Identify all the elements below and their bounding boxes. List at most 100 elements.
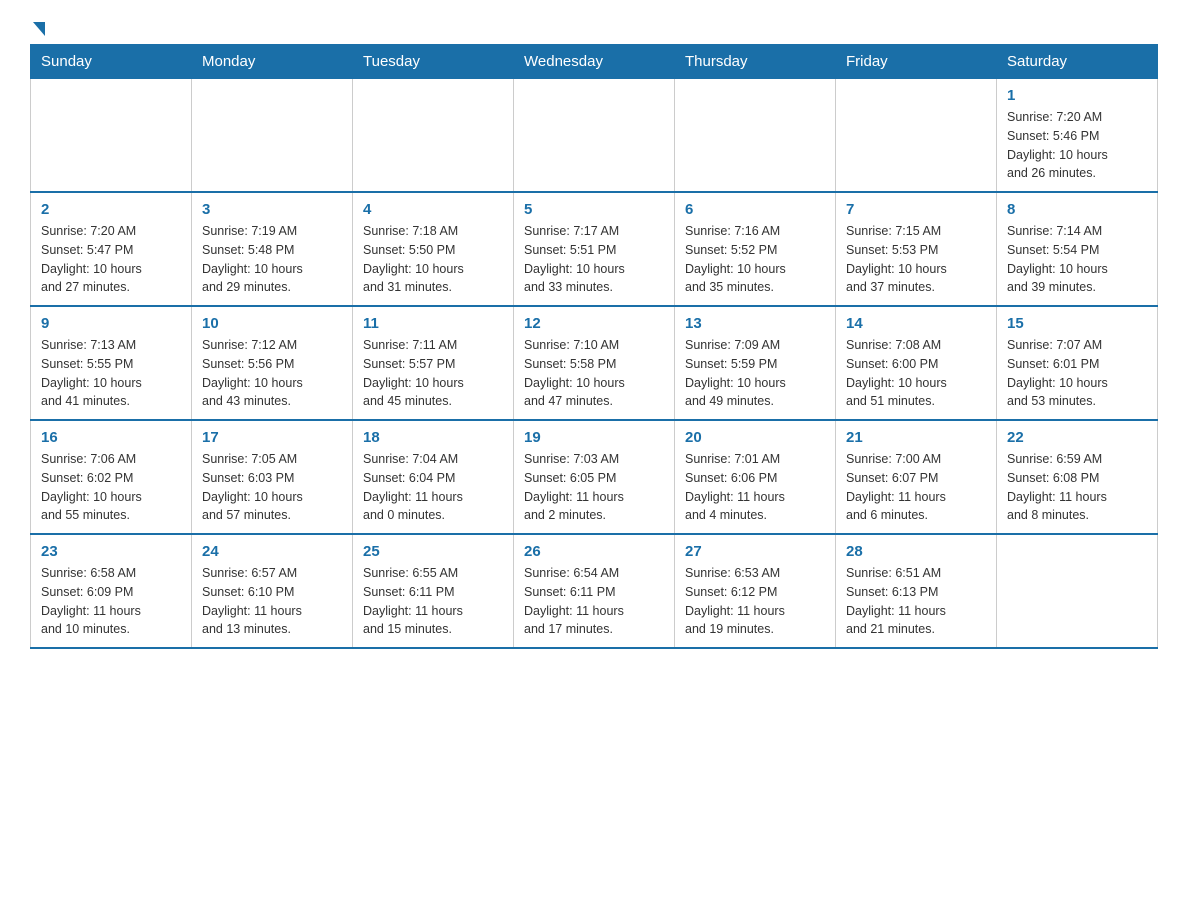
day-info: Sunrise: 6:53 AM Sunset: 6:12 PM Dayligh…: [685, 564, 825, 639]
day-number: 1: [1007, 87, 1147, 104]
calendar-cell: 15 Sunrise: 7:07 AM Sunset: 6:01 PM Dayli…: [997, 306, 1158, 420]
day-info: Sunrise: 7:17 AM Sunset: 5:51 PM Dayligh…: [524, 222, 664, 297]
day-number: 28: [846, 543, 986, 560]
day-number: 9: [41, 315, 181, 332]
calendar-table: SundayMondayTuesdayWednesdayThursdayFrid…: [30, 44, 1158, 649]
calendar-cell: 16 Sunrise: 7:06 AM Sunset: 6:02 PM Dayli…: [31, 420, 192, 534]
calendar-cell: 17Sunrise: 7:05 AM Sunset: 6:03 PM Dayli…: [192, 420, 353, 534]
calendar-cell: 4 Sunrise: 7:18 AM Sunset: 5:50 PM Daylig…: [353, 192, 514, 306]
day-info: Sunrise: 7:19 AM Sunset: 5:48 PM Dayligh…: [202, 222, 342, 297]
calendar-week-row: 9 Sunrise: 7:13 AM Sunset: 5:55 PM Daylig…: [31, 306, 1158, 420]
calendar-cell: [31, 79, 192, 193]
weekday-header-tuesday: Tuesday: [353, 45, 514, 79]
day-info: Sunrise: 7:09 AM Sunset: 5:59 PM Dayligh…: [685, 336, 825, 411]
calendar-week-row: 23Sunrise: 6:58 AM Sunset: 6:09 PM Dayli…: [31, 534, 1158, 648]
calendar-cell: 3 Sunrise: 7:19 AM Sunset: 5:48 PM Daylig…: [192, 192, 353, 306]
day-number: 10: [202, 315, 342, 332]
day-number: 6: [685, 201, 825, 218]
calendar-cell: 5 Sunrise: 7:17 AM Sunset: 5:51 PM Daylig…: [514, 192, 675, 306]
calendar-cell: 25 Sunrise: 6:55 AM Sunset: 6:11 PM Dayli…: [353, 534, 514, 648]
day-number: 7: [846, 201, 986, 218]
day-number: 17: [202, 429, 342, 446]
day-number: 24: [202, 543, 342, 560]
day-number: 27: [685, 543, 825, 560]
day-info: Sunrise: 7:12 AM Sunset: 5:56 PM Dayligh…: [202, 336, 342, 411]
calendar-cell: [836, 79, 997, 193]
day-info: Sunrise: 7:04 AM Sunset: 6:04 PM Dayligh…: [363, 450, 503, 525]
calendar-cell: 21 Sunrise: 7:00 AM Sunset: 6:07 PM Dayli…: [836, 420, 997, 534]
calendar-cell: 26Sunrise: 6:54 AM Sunset: 6:11 PM Dayli…: [514, 534, 675, 648]
day-number: 15: [1007, 315, 1147, 332]
day-number: 16: [41, 429, 181, 446]
calendar-week-row: 1 Sunrise: 7:20 AM Sunset: 5:46 PM Daylig…: [31, 79, 1158, 193]
day-info: Sunrise: 7:16 AM Sunset: 5:52 PM Dayligh…: [685, 222, 825, 297]
calendar-cell: 8 Sunrise: 7:14 AM Sunset: 5:54 PM Daylig…: [997, 192, 1158, 306]
calendar-cell: 20 Sunrise: 7:01 AM Sunset: 6:06 PM Dayli…: [675, 420, 836, 534]
day-number: 8: [1007, 201, 1147, 218]
calendar-cell: 18 Sunrise: 7:04 AM Sunset: 6:04 PM Dayli…: [353, 420, 514, 534]
calendar-cell: 23Sunrise: 6:58 AM Sunset: 6:09 PM Dayli…: [31, 534, 192, 648]
calendar-cell: 19 Sunrise: 7:03 AM Sunset: 6:05 PM Dayli…: [514, 420, 675, 534]
logo: [30, 20, 45, 34]
calendar-week-row: 16 Sunrise: 7:06 AM Sunset: 6:02 PM Dayli…: [31, 420, 1158, 534]
day-info: Sunrise: 7:18 AM Sunset: 5:50 PM Dayligh…: [363, 222, 503, 297]
day-number: 20: [685, 429, 825, 446]
calendar-cell: 9 Sunrise: 7:13 AM Sunset: 5:55 PM Daylig…: [31, 306, 192, 420]
day-info: Sunrise: 6:54 AM Sunset: 6:11 PM Dayligh…: [524, 564, 664, 639]
day-info: Sunrise: 6:55 AM Sunset: 6:11 PM Dayligh…: [363, 564, 503, 639]
calendar-cell: 24 Sunrise: 6:57 AM Sunset: 6:10 PM Dayli…: [192, 534, 353, 648]
calendar-cell: [353, 79, 514, 193]
day-info: Sunrise: 7:01 AM Sunset: 6:06 PM Dayligh…: [685, 450, 825, 525]
calendar-cell: [192, 79, 353, 193]
day-number: 19: [524, 429, 664, 446]
day-number: 11: [363, 315, 503, 332]
calendar-cell: 7Sunrise: 7:15 AM Sunset: 5:53 PM Daylig…: [836, 192, 997, 306]
day-number: 4: [363, 201, 503, 218]
calendar-cell: 22Sunrise: 6:59 AM Sunset: 6:08 PM Dayli…: [997, 420, 1158, 534]
calendar-cell: 10 Sunrise: 7:12 AM Sunset: 5:56 PM Dayli…: [192, 306, 353, 420]
day-info: Sunrise: 7:10 AM Sunset: 5:58 PM Dayligh…: [524, 336, 664, 411]
day-info: Sunrise: 6:51 AM Sunset: 6:13 PM Dayligh…: [846, 564, 986, 639]
day-info: Sunrise: 7:14 AM Sunset: 5:54 PM Dayligh…: [1007, 222, 1147, 297]
day-number: 21: [846, 429, 986, 446]
weekday-header-wednesday: Wednesday: [514, 45, 675, 79]
day-number: 18: [363, 429, 503, 446]
day-number: 13: [685, 315, 825, 332]
calendar-cell: 12 Sunrise: 7:10 AM Sunset: 5:58 PM Dayli…: [514, 306, 675, 420]
day-info: Sunrise: 7:03 AM Sunset: 6:05 PM Dayligh…: [524, 450, 664, 525]
day-info: Sunrise: 7:06 AM Sunset: 6:02 PM Dayligh…: [41, 450, 181, 525]
calendar-cell: [997, 534, 1158, 648]
weekday-header-row: SundayMondayTuesdayWednesdayThursdayFrid…: [31, 45, 1158, 79]
day-info: Sunrise: 6:57 AM Sunset: 6:10 PM Dayligh…: [202, 564, 342, 639]
day-number: 3: [202, 201, 342, 218]
day-info: Sunrise: 7:08 AM Sunset: 6:00 PM Dayligh…: [846, 336, 986, 411]
calendar-cell: 27 Sunrise: 6:53 AM Sunset: 6:12 PM Dayli…: [675, 534, 836, 648]
weekday-header-thursday: Thursday: [675, 45, 836, 79]
calendar-cell: 28 Sunrise: 6:51 AM Sunset: 6:13 PM Dayli…: [836, 534, 997, 648]
page-header: [30, 20, 1158, 34]
day-number: 22: [1007, 429, 1147, 446]
day-number: 25: [363, 543, 503, 560]
calendar-cell: 14 Sunrise: 7:08 AM Sunset: 6:00 PM Dayli…: [836, 306, 997, 420]
day-number: 2: [41, 201, 181, 218]
day-info: Sunrise: 7:13 AM Sunset: 5:55 PM Dayligh…: [41, 336, 181, 411]
weekday-header-sunday: Sunday: [31, 45, 192, 79]
calendar-cell: 13 Sunrise: 7:09 AM Sunset: 5:59 PM Dayli…: [675, 306, 836, 420]
weekday-header-monday: Monday: [192, 45, 353, 79]
calendar-week-row: 2 Sunrise: 7:20 AM Sunset: 5:47 PM Daylig…: [31, 192, 1158, 306]
calendar-cell: 1 Sunrise: 7:20 AM Sunset: 5:46 PM Daylig…: [997, 79, 1158, 193]
day-number: 14: [846, 315, 986, 332]
day-number: 12: [524, 315, 664, 332]
day-info: Sunrise: 7:07 AM Sunset: 6:01 PM Dayligh…: [1007, 336, 1147, 411]
calendar-cell: [514, 79, 675, 193]
calendar-cell: 11Sunrise: 7:11 AM Sunset: 5:57 PM Dayli…: [353, 306, 514, 420]
calendar-cell: 6 Sunrise: 7:16 AM Sunset: 5:52 PM Daylig…: [675, 192, 836, 306]
day-info: Sunrise: 7:00 AM Sunset: 6:07 PM Dayligh…: [846, 450, 986, 525]
day-info: Sunrise: 7:20 AM Sunset: 5:47 PM Dayligh…: [41, 222, 181, 297]
day-info: Sunrise: 7:20 AM Sunset: 5:46 PM Dayligh…: [1007, 108, 1147, 183]
weekday-header-friday: Friday: [836, 45, 997, 79]
logo-arrow-icon: [33, 22, 45, 36]
calendar-cell: [675, 79, 836, 193]
day-info: Sunrise: 6:58 AM Sunset: 6:09 PM Dayligh…: [41, 564, 181, 639]
day-number: 5: [524, 201, 664, 218]
